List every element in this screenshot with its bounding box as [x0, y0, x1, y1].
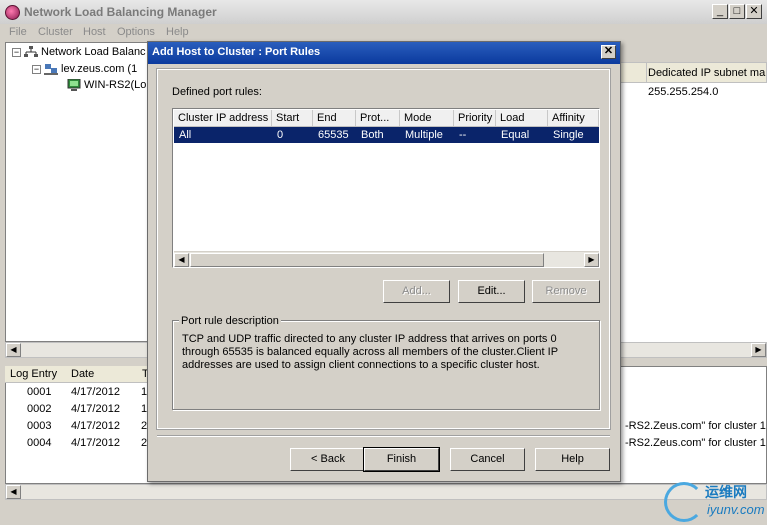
port-rule-description-text: TCP and UDP traffic directed to any clus… — [182, 333, 558, 371]
collapse-icon[interactable]: − — [32, 64, 41, 74]
rule-load: Equal — [501, 129, 530, 141]
log-entry-cell: 0002 — [27, 403, 52, 415]
rule-mode: Multiple — [405, 129, 443, 141]
watermark-cn-text: 运维网 — [705, 484, 747, 500]
log-date-cell: 4/17/2012 — [71, 420, 120, 432]
column-header-dedicated-subnet[interactable]: Dedicated IP subnet ma — [648, 67, 765, 79]
defined-port-rules-label: Defined port rules: — [172, 86, 262, 98]
dialog-title: Add Host to Cluster : Port Rules — [152, 46, 321, 58]
menu-bar: File Cluster Host Options Help — [0, 24, 767, 41]
col-end[interactable]: End — [313, 110, 356, 126]
rule-end: 65535 — [318, 129, 349, 141]
rule-protocol: Both — [361, 129, 384, 141]
port-rules-hscrollbar[interactable]: ◀ ▶ — [174, 251, 599, 267]
col-mode[interactable]: Mode — [400, 110, 454, 126]
rule-ip: All — [179, 129, 192, 141]
cancel-button[interactable]: Cancel — [450, 448, 525, 471]
scroll-left-arrow-icon[interactable]: ◀ — [6, 485, 21, 499]
log-date-cell: 4/17/2012 — [71, 386, 120, 398]
menu-file[interactable]: File — [9, 26, 27, 38]
log-description-cell: -RS2.Zeus.com" for cluster 1 — [625, 420, 766, 432]
port-rules-header: Cluster IP address Start End Prot... Mod… — [174, 110, 599, 127]
scrollbar-thumb[interactable] — [190, 253, 544, 267]
dialog-close-button[interactable]: ✕ — [601, 45, 616, 59]
scroll-right-arrow-icon[interactable]: ▶ — [584, 253, 599, 267]
remove-rule-button[interactable]: Remove — [532, 280, 600, 303]
tree-cluster-label: lev.zeus.com (1 — [61, 63, 138, 75]
log-col-entry[interactable]: Log Entry — [10, 368, 57, 380]
tree-root-node[interactable]: − Network Load Balanc — [12, 46, 146, 58]
scroll-left-arrow-icon[interactable]: ◀ — [174, 253, 189, 267]
col-affinity[interactable]: Affinity — [548, 110, 599, 126]
tree-host-node[interactable]: WIN-RS2(Lo — [67, 79, 146, 91]
port-rule-row[interactable]: All 0 65535 Both Multiple -- Equal Singl… — [174, 127, 599, 143]
col-cluster-ip[interactable]: Cluster IP address — [174, 110, 272, 126]
dialog-title-bar: Add Host to Cluster : Port Rules ✕ — [148, 42, 620, 64]
host-details-header: Dedicated IP subnet ma — [620, 62, 767, 83]
close-window-button[interactable]: ✕ — [746, 4, 762, 19]
rule-priority: -- — [459, 129, 467, 141]
add-rule-button[interactable]: Add... — [383, 280, 450, 303]
tree-cluster-node[interactable]: − lev.zeus.com (1 — [32, 63, 137, 75]
rule-start: 0 — [277, 129, 284, 141]
minimize-button[interactable]: _ — [712, 4, 728, 19]
menu-host[interactable]: Host — [83, 26, 106, 38]
watermark-logo-icon — [664, 482, 704, 522]
menu-help[interactable]: Help — [166, 26, 189, 38]
host-computer-icon — [67, 79, 81, 91]
collapse-icon[interactable]: − — [12, 47, 21, 57]
menu-options[interactable]: Options — [117, 26, 155, 38]
watermark-en-text: iyunv.com — [707, 502, 765, 517]
log-date-cell: 4/17/2012 — [71, 437, 120, 449]
cluster-tree-pane[interactable]: − Network Load Balanc − lev.zeus.com (1 … — [5, 42, 148, 342]
menu-cluster[interactable]: Cluster — [38, 26, 73, 38]
tree-host-label: WIN-RS2(Lo — [84, 79, 147, 91]
col-start[interactable]: Start — [272, 110, 313, 126]
tree-root-label: Network Load Balanc — [41, 46, 146, 58]
edit-rule-button[interactable]: Edit... — [458, 280, 525, 303]
main-window-title: Network Load Balancing Manager — [24, 5, 217, 19]
help-button[interactable]: Help — [535, 448, 610, 471]
log-description-cell: -RS2.Zeus.com" for cluster 1 — [625, 437, 766, 449]
site-watermark: 运维网 iyunv.com — [660, 480, 767, 525]
nlb-app-icon — [5, 5, 20, 20]
rule-affinity: Single — [553, 129, 584, 141]
port-rules-list[interactable]: Cluster IP address Start End Prot... Mod… — [172, 108, 600, 268]
log-entry-cell: 0004 — [27, 437, 52, 449]
cluster-icon — [44, 64, 58, 75]
log-entry-cell: 0003 — [27, 420, 52, 432]
log-col-date[interactable]: Date — [71, 368, 94, 380]
column-header[interactable] — [620, 63, 647, 82]
dialog-separator — [157, 435, 610, 437]
log-header: Log Entry Date T — [5, 366, 150, 383]
log-entry-cell: 0001 — [27, 386, 52, 398]
host-details-pane — [620, 62, 767, 342]
col-priority[interactable]: Priority — [454, 110, 496, 126]
back-button[interactable]: < Back — [290, 448, 366, 471]
port-rule-description-title: Port rule description — [179, 315, 281, 327]
maximize-button[interactable]: □ — [729, 4, 745, 19]
scroll-right-arrow-icon[interactable]: ▶ — [751, 343, 766, 357]
col-protocol[interactable]: Prot... — [356, 110, 400, 126]
dedicated-subnet-value: 255.255.254.0 — [648, 86, 719, 98]
add-host-port-rules-dialog: Add Host to Cluster : Port Rules ✕ Defin… — [147, 41, 621, 482]
main-title-bar: Network Load Balancing Manager _ □ ✕ — [0, 0, 767, 25]
log-date-cell: 4/17/2012 — [71, 403, 120, 415]
network-icon — [24, 46, 38, 57]
lower-horizontal-scrollbar[interactable]: ◀ — [5, 484, 767, 500]
scroll-left-arrow-icon[interactable]: ◀ — [6, 343, 21, 357]
finish-button[interactable]: Finish — [363, 447, 440, 472]
col-load[interactable]: Load — [496, 110, 548, 126]
